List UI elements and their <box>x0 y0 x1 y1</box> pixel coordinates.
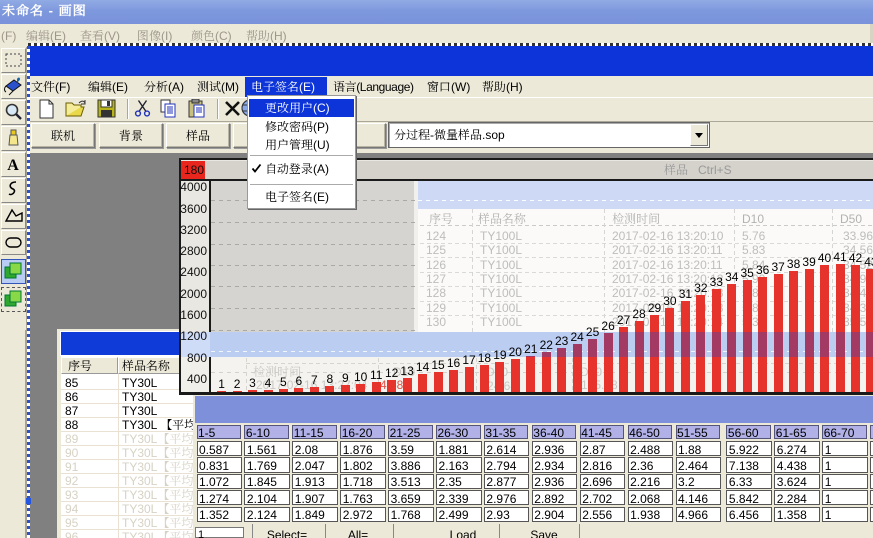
svg-text:A: A <box>7 157 19 174</box>
